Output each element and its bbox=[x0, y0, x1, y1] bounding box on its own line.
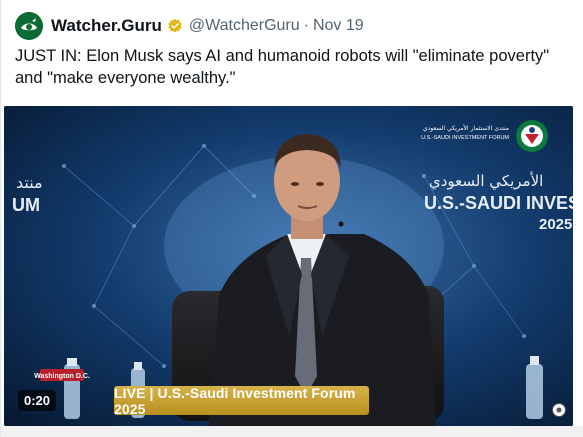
video-player[interactable]: منتد UM الأمريكي السعودي U.S.-SAUDI INVE… bbox=[4, 106, 573, 426]
settings-gear-icon[interactable] bbox=[552, 403, 566, 417]
tweet-card: Watcher.Guru @WatcherGuru · Nov 19 JUST … bbox=[0, 0, 583, 437]
backdrop-arabic-left: منتد bbox=[16, 173, 43, 192]
separator-dot: · bbox=[303, 17, 309, 34]
podium-badge-text: Washington D.C. bbox=[34, 373, 90, 380]
forum-logo bbox=[516, 120, 548, 152]
backdrop-arabic-right: الأمريكي السعودي bbox=[429, 171, 543, 191]
avatar[interactable] bbox=[15, 12, 43, 40]
video-timestamp: 0:20 bbox=[18, 390, 57, 411]
tweet-header: Watcher.Guru @WatcherGuru · Nov 19 bbox=[15, 11, 364, 41]
post-date[interactable]: Nov 19 bbox=[313, 17, 364, 35]
display-name[interactable]: Watcher.Guru bbox=[51, 16, 162, 36]
water-bottle-right bbox=[526, 356, 543, 419]
backdrop-year: 2025 bbox=[539, 216, 572, 233]
watcher-guru-avatar-icon bbox=[15, 12, 43, 40]
tweet-text: JUST IN: Elon Musk says AI and humanoid … bbox=[15, 47, 550, 87]
live-banner: LIVE | U.S.-Saudi Investment Forum 2025 bbox=[114, 385, 369, 417]
logo-caption: U.S.-SAUDI INVESTMENT FORUM bbox=[421, 135, 509, 141]
backdrop-event-name: U.S.-SAUDI INVEST bbox=[424, 193, 573, 213]
bottom-strip bbox=[1, 426, 583, 437]
verified-badge-icon bbox=[168, 18, 182, 33]
logo-caption-arabic: منتدى الاستثمار الأمريكي السعودي bbox=[423, 124, 509, 132]
video-frame: منتد UM الأمريكي السعودي U.S.-SAUDI INVE… bbox=[4, 106, 573, 426]
backdrop-um: UM bbox=[12, 195, 40, 215]
water-bottle-left bbox=[64, 358, 80, 419]
user-handle[interactable]: @WatcherGuru bbox=[189, 17, 300, 35]
